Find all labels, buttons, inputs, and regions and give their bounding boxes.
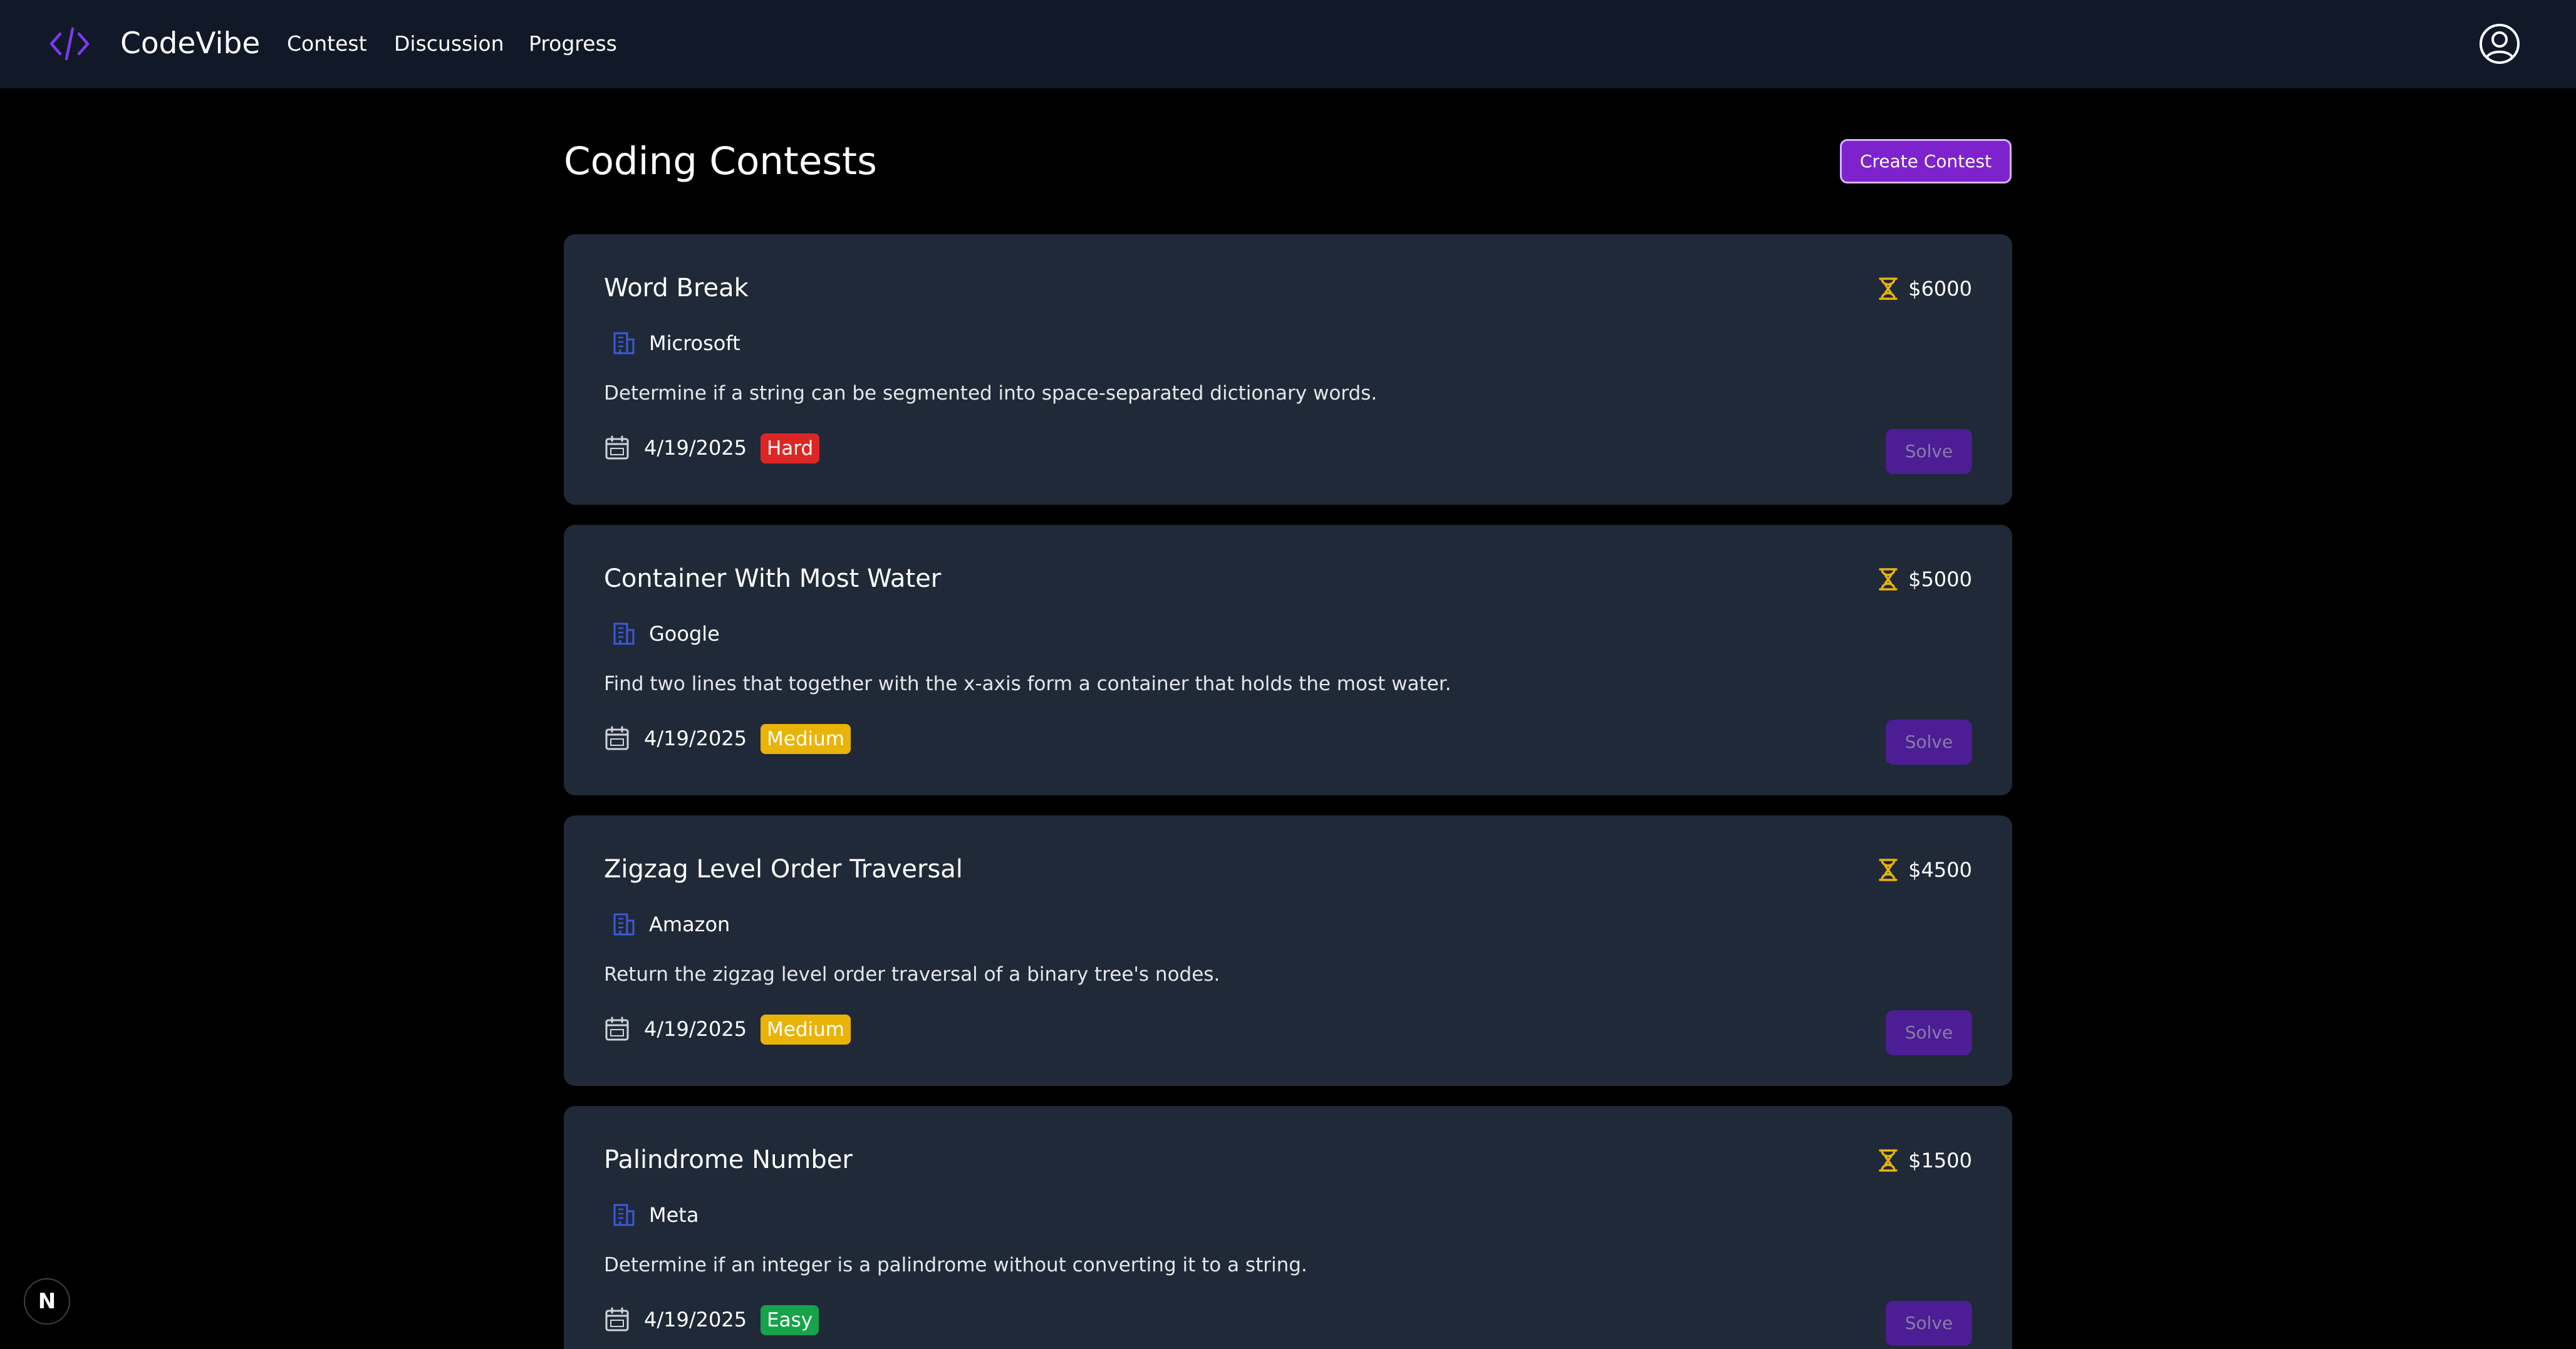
solve-button[interactable]: Solve [1886, 1010, 1972, 1055]
calendar-icon [605, 1016, 629, 1041]
contest-description: Determine if an integer is a palindrome … [604, 1254, 1307, 1276]
contest-title[interactable]: Zigzag Level Order Traversal [604, 853, 963, 886]
top-navbar: CodeVibe Contest Discussion Progress [0, 0, 2576, 88]
hourglass-icon [1879, 277, 1898, 300]
contest-date: 4/19/2025 [644, 1308, 747, 1331]
contest-title[interactable]: Palindrome Number [604, 1144, 853, 1176]
hourglass-icon [1879, 859, 1898, 881]
contest-date: 4/19/2025 [644, 726, 747, 750]
contest-card[interactable]: Zigzag Level Order Traversal $4500 Amazo… [564, 815, 2012, 1086]
prize-amount: $6000 [1908, 277, 1972, 301]
prize-amount: $1500 [1908, 1149, 1972, 1172]
prize: $1500 [1877, 1147, 1972, 1174]
prize: $6000 [1877, 276, 1972, 302]
code-brackets-icon[interactable] [49, 25, 90, 63]
building-icon [613, 623, 635, 645]
contest-title[interactable]: Word Break [604, 272, 749, 304]
difficulty-badge: Medium [761, 724, 851, 754]
nextjs-icon[interactable]: N [24, 1278, 70, 1325]
solve-button[interactable]: Solve [1886, 1301, 1972, 1346]
difficulty-badge: Easy [761, 1305, 819, 1335]
difficulty-badge: Medium [761, 1015, 851, 1045]
calendar-icon [605, 1307, 629, 1331]
prize-amount: $5000 [1908, 567, 1972, 591]
hourglass-icon [1879, 1149, 1898, 1172]
contest-title[interactable]: Container With Most Water [604, 562, 941, 595]
building-icon [613, 1204, 635, 1226]
contest-date: 4/19/2025 [644, 1017, 747, 1041]
solve-button[interactable]: Solve [1886, 429, 1972, 474]
nav-link-discussion[interactable]: Discussion [394, 31, 504, 57]
nav-link-progress[interactable]: Progress [529, 31, 617, 57]
company-name: Amazon [649, 912, 730, 936]
user-circle-icon[interactable] [2478, 23, 2521, 65]
brand-name[interactable]: CodeVibe [120, 24, 260, 64]
hourglass-icon [1879, 568, 1898, 591]
create-contest-button[interactable]: Create Contest [1840, 139, 2012, 183]
floating-badge-label: N [38, 1289, 56, 1314]
company-name: Google [649, 622, 720, 646]
contest-card[interactable]: Container With Most Water $5000 Google F… [564, 525, 2012, 795]
page-title: Coding Contests [564, 139, 877, 183]
prize: $4500 [1877, 857, 1972, 883]
contest-card[interactable]: Palindrome Number $1500 Meta Determine i… [564, 1106, 2012, 1349]
calendar-icon [605, 726, 629, 750]
contest-description: Return the zigzag level order traversal … [604, 963, 1220, 986]
prize-amount: $4500 [1908, 858, 1972, 882]
company-name: Meta [649, 1203, 699, 1227]
solve-button[interactable]: Solve [1886, 720, 1972, 765]
prize: $5000 [1877, 566, 1972, 592]
calendar-icon [605, 435, 629, 460]
contest-description: Find two lines that together with the x-… [604, 673, 1452, 695]
contest-date: 4/19/2025 [644, 436, 747, 460]
difficulty-badge: Hard [761, 433, 820, 463]
building-icon [613, 332, 635, 354]
company-name: Microsoft [649, 331, 740, 355]
nav-link-contest[interactable]: Contest [287, 31, 367, 57]
contest-description: Determine if a string can be segmented i… [604, 382, 1378, 405]
contest-card[interactable]: Word Break $6000 Microsoft Determine if … [564, 234, 2012, 505]
building-icon [613, 913, 635, 936]
